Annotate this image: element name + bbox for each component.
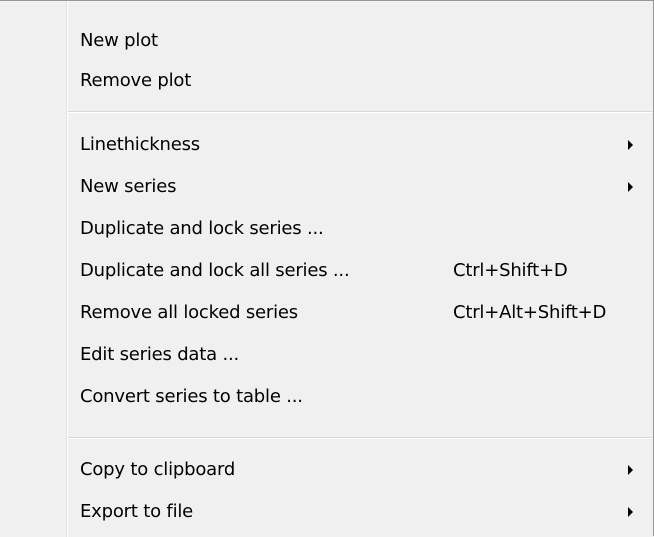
menu-item-shortcut: Ctrl+Alt+Shift+D xyxy=(453,302,607,323)
menu-item-new-series[interactable]: New series xyxy=(68,167,652,207)
menu-item-label: Export to file xyxy=(80,501,194,522)
menu-item-label: Duplicate and lock series ... xyxy=(80,218,324,239)
menu-item-remove-all-locked-series[interactable]: Remove all locked series Ctrl+Alt+Shift+… xyxy=(68,293,652,333)
menu-item-label: Remove all locked series xyxy=(80,302,298,323)
menu-item-label: Duplicate and lock all series ... xyxy=(80,260,350,281)
context-menu: New plot Remove plot Linethickness New s… xyxy=(0,0,654,537)
chevron-right-icon xyxy=(628,182,633,192)
chevron-right-icon xyxy=(628,507,633,517)
menu-separator xyxy=(68,111,652,113)
menu-item-export-to-file[interactable]: Export to file xyxy=(68,492,652,532)
menu-item-new-plot[interactable]: New plot xyxy=(68,21,652,61)
menu-item-edit-series-data[interactable]: Edit series data ... xyxy=(68,335,652,375)
menu-item-shortcut: Ctrl+Shift+D xyxy=(453,260,568,281)
menu-item-label: Convert series to table ... xyxy=(80,386,303,407)
menu-item-label: Copy to clipboard xyxy=(80,459,236,480)
menu-item-label: New plot xyxy=(80,30,158,51)
chevron-right-icon xyxy=(628,465,633,475)
menu-separator xyxy=(68,437,652,439)
chevron-right-icon xyxy=(628,140,633,150)
menu-item-convert-series-to-table[interactable]: Convert series to table ... xyxy=(68,377,652,417)
menu-item-remove-plot[interactable]: Remove plot xyxy=(68,61,652,101)
menu-item-label: Edit series data ... xyxy=(80,344,240,365)
menu-item-duplicate-lock-all-series[interactable]: Duplicate and lock all series ... Ctrl+S… xyxy=(68,251,652,291)
menu-item-duplicate-lock-series[interactable]: Duplicate and lock series ... xyxy=(68,209,652,249)
menu-item-label: New series xyxy=(80,176,177,197)
menu-item-linethickness[interactable]: Linethickness xyxy=(68,125,652,165)
menu-item-label: Linethickness xyxy=(80,134,200,155)
menu-item-label: Remove plot xyxy=(80,70,192,91)
menu-item-copy-to-clipboard[interactable]: Copy to clipboard xyxy=(68,450,652,490)
